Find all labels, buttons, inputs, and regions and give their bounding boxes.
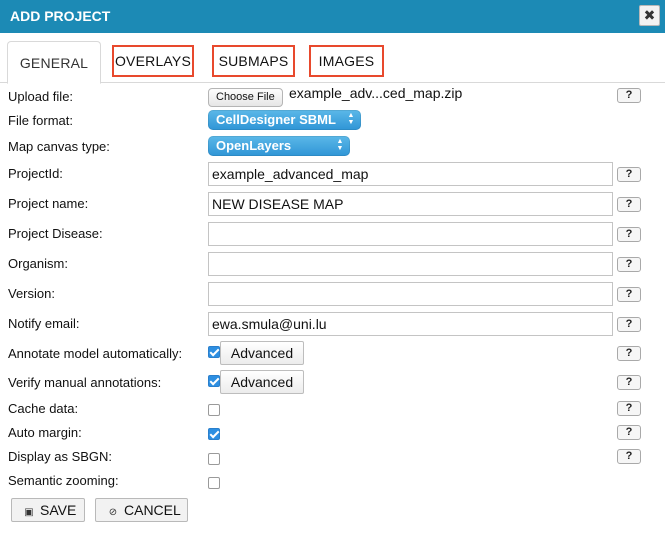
tab-overlays[interactable]: OVERLAYS xyxy=(112,45,194,77)
help-button-disease[interactable]: ? xyxy=(617,227,641,242)
cancel-button[interactable]: ⊘ CANCEL xyxy=(95,498,188,522)
cache-data-row: Cache data: ? xyxy=(0,400,665,418)
save-label: SAVE xyxy=(40,502,77,518)
file-format-select[interactable]: CellDesigner SBML ▲ ▼ xyxy=(208,110,361,130)
add-project-dialog: ADD PROJECT ✖ GENERAL OVERLAYS SUBMAPS I… xyxy=(0,0,665,546)
tab-submaps[interactable]: SUBMAPS xyxy=(212,45,295,77)
annotate-advanced-button[interactable]: Advanced xyxy=(220,341,304,365)
help-button-verify[interactable]: ? xyxy=(617,375,641,390)
canvas-type-value: OpenLayers xyxy=(216,138,292,153)
help-button-annotate[interactable]: ? xyxy=(617,346,641,361)
notify-email-row: Notify email: ewa.smula@uni.lu ? xyxy=(0,312,665,336)
close-button[interactable]: ✖ xyxy=(639,5,660,26)
verify-checkbox[interactable] xyxy=(208,375,220,387)
upload-file-name: example_adv...ced_map.zip xyxy=(289,85,463,101)
cache-data-checkbox[interactable] xyxy=(208,404,220,416)
organism-label: Organism: xyxy=(8,256,68,271)
verify-label: Verify manual annotations: xyxy=(8,375,162,390)
help-button-upload[interactable]: ? xyxy=(617,88,641,103)
tab-bar: GENERAL OVERLAYS SUBMAPS IMAGES xyxy=(0,33,665,84)
help-button-project-name[interactable]: ? xyxy=(617,197,641,212)
auto-margin-checkbox[interactable] xyxy=(208,428,220,440)
sbgn-row: Display as SBGN: ? xyxy=(0,448,665,466)
project-disease-row: Project Disease: ? xyxy=(0,222,665,246)
file-format-value: CellDesigner SBML xyxy=(216,112,336,127)
save-button[interactable]: ▣ SAVE xyxy=(11,498,85,522)
file-format-row: File format: CellDesigner SBML ▲ ▼ xyxy=(0,110,665,132)
help-button-cache[interactable]: ? xyxy=(617,401,641,416)
notify-email-input[interactable]: ewa.smula@uni.lu xyxy=(208,312,613,336)
cancel-label: CANCEL xyxy=(124,502,181,518)
dialog-title: ADD PROJECT xyxy=(10,8,111,24)
cache-data-label: Cache data: xyxy=(8,401,79,416)
semantic-zoom-row: Semantic zooming: xyxy=(0,472,665,490)
semantic-zoom-checkbox[interactable] xyxy=(208,477,220,489)
auto-margin-label: Auto margin: xyxy=(8,425,82,440)
ban-icon: ⊘ xyxy=(108,507,118,518)
annotate-checkbox[interactable] xyxy=(208,346,220,358)
project-name-input[interactable]: NEW DISEASE MAP xyxy=(208,192,613,216)
auto-margin-row: Auto margin: ? xyxy=(0,424,665,442)
select-arrows-icon: ▲ ▼ xyxy=(347,112,355,126)
canvas-type-label: Map canvas type: xyxy=(8,139,110,154)
annotate-row: Annotate model automatically: Advanced ? xyxy=(0,341,665,365)
project-name-row: Project name: NEW DISEASE MAP ? xyxy=(0,192,665,216)
verify-row: Verify manual annotations: Advanced ? xyxy=(0,370,665,394)
help-button-organism[interactable]: ? xyxy=(617,257,641,272)
close-icon: ✖ xyxy=(643,7,656,23)
version-row: Version: ? xyxy=(0,282,665,306)
tab-images[interactable]: IMAGES xyxy=(309,45,384,77)
sbgn-label: Display as SBGN: xyxy=(8,449,113,464)
tab-general[interactable]: GENERAL xyxy=(7,41,101,84)
project-id-input[interactable]: example_advanced_map xyxy=(208,162,613,186)
verify-advanced-button[interactable]: Advanced xyxy=(220,370,304,394)
organism-input[interactable] xyxy=(208,252,613,276)
select-arrows-icon: ▲ ▼ xyxy=(336,138,344,152)
project-id-label: ProjectId: xyxy=(8,166,63,181)
notify-email-label: Notify email: xyxy=(8,316,80,331)
dialog-titlebar: ADD PROJECT ✖ xyxy=(0,0,665,33)
help-button-sbgn[interactable]: ? xyxy=(617,449,641,464)
project-disease-input[interactable] xyxy=(208,222,613,246)
file-format-label: File format: xyxy=(8,113,74,128)
choose-file-button[interactable]: Choose File xyxy=(208,88,283,107)
project-name-label: Project name: xyxy=(8,196,89,211)
organism-row: Organism: ? xyxy=(0,252,665,276)
upload-file-label: Upload file: xyxy=(8,89,74,104)
project-id-row: ProjectId: example_advanced_map ? xyxy=(0,162,665,186)
help-button-auto-margin[interactable]: ? xyxy=(617,425,641,440)
help-button-version[interactable]: ? xyxy=(617,287,641,302)
upload-file-row: Upload file: Choose File example_adv...c… xyxy=(0,85,665,108)
canvas-type-select[interactable]: OpenLayers ▲ ▼ xyxy=(208,136,350,156)
floppy-disk-icon: ▣ xyxy=(24,507,34,518)
sbgn-checkbox[interactable] xyxy=(208,453,220,465)
help-button-email[interactable]: ? xyxy=(617,317,641,332)
help-button-project-id[interactable]: ? xyxy=(617,167,641,182)
version-input[interactable] xyxy=(208,282,613,306)
project-disease-label: Project Disease: xyxy=(8,226,103,241)
annotate-label: Annotate model automatically: xyxy=(8,346,183,361)
semantic-zoom-label: Semantic zooming: xyxy=(8,473,119,488)
canvas-type-row: Map canvas type: OpenLayers ▲ ▼ xyxy=(0,136,665,158)
version-label: Version: xyxy=(8,286,55,301)
